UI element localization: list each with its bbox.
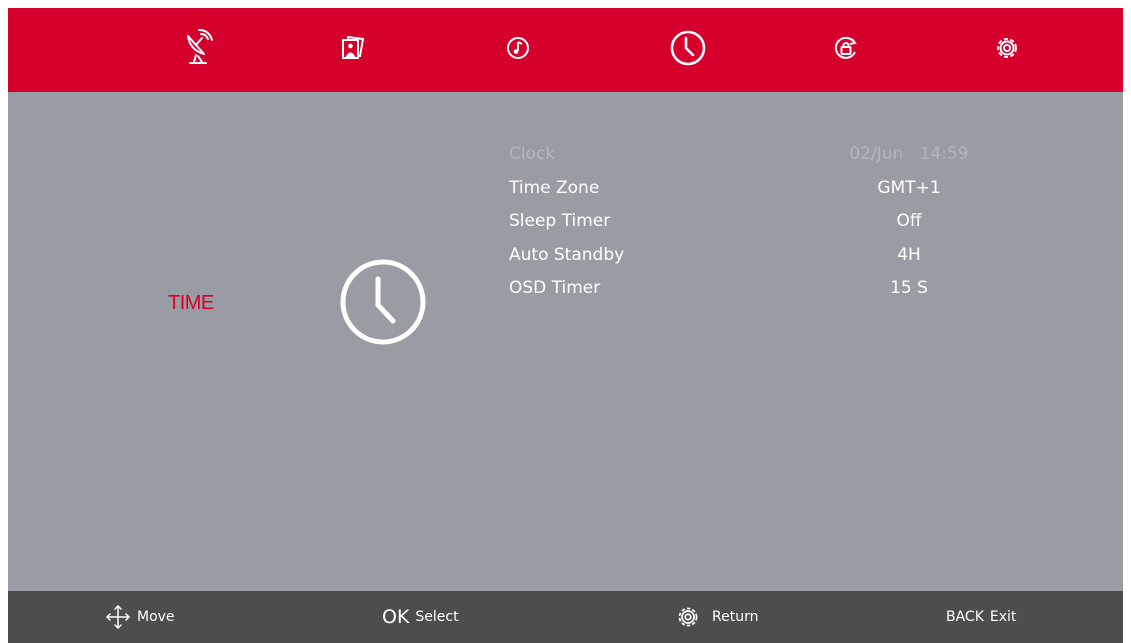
top-nav-bar	[8, 8, 1123, 92]
nav-time[interactable]	[666, 26, 710, 70]
auto-standby-label: Auto Standby	[509, 244, 625, 265]
nav-sound[interactable]	[496, 26, 540, 70]
clock-value: 02/Jun 14:59	[809, 138, 1009, 171]
clock-label: Clock	[509, 144, 556, 164]
time-zone-value: GMT+1	[877, 177, 941, 198]
section-title: TIME	[168, 292, 214, 314]
osd-timer-value: 15 S	[890, 278, 928, 298]
auto-standby-value: 4H	[897, 244, 921, 265]
back-key-label: BACK	[946, 609, 984, 625]
time-zone-label: Time Zone	[509, 177, 600, 198]
nav-setup[interactable]	[985, 26, 1029, 70]
menu-content: TIME Clock 02/Jun 14:59 Time Zone GMT+1 …	[8, 92, 1123, 591]
sleep-timer-value: Off	[896, 211, 922, 231]
hint-move: Move	[105, 591, 175, 643]
osd-timer-label: OSD Timer	[509, 278, 601, 298]
picture-icon	[342, 35, 365, 59]
move-arrows-icon	[106, 605, 130, 629]
gear-icon	[678, 607, 698, 627]
footer-hint-bar: Move OK Select Return BACK Exit	[8, 591, 1123, 643]
lock-icon	[834, 36, 857, 59]
hint-select: OK Select	[382, 591, 459, 643]
satellite-dish-icon	[187, 29, 213, 64]
hint-return: Return	[676, 591, 758, 643]
time-settings-list: Clock 02/Jun 14:59 Time Zone GMT+1 Sleep…	[509, 138, 989, 306]
time-zone-row[interactable]: Time Zone GMT+1	[509, 172, 989, 206]
clock-icon	[670, 30, 706, 66]
nav-channel[interactable]	[176, 26, 220, 70]
gear-icon	[997, 38, 1017, 58]
osd-timer-row[interactable]: OSD Timer 15 S	[509, 272, 989, 306]
clock-row: Clock 02/Jun 14:59	[509, 138, 989, 172]
clock-date: 02/Jun	[849, 144, 904, 164]
clock-time: 14:59	[919, 144, 969, 164]
hint-exit: BACK Exit	[946, 591, 1016, 643]
nav-picture[interactable]	[331, 26, 375, 70]
hint-return-label: Return	[712, 609, 759, 625]
clock-icon	[340, 259, 426, 345]
hint-select-label: Select	[415, 609, 459, 625]
sleep-timer-row[interactable]: Sleep Timer Off	[509, 205, 989, 239]
hint-exit-label: Exit	[989, 609, 1017, 625]
sound-icon	[507, 37, 529, 59]
nav-lock[interactable]	[824, 26, 868, 70]
hint-move-label: Move	[137, 609, 175, 625]
ok-key-label: OK	[382, 606, 410, 628]
sleep-timer-label: Sleep Timer	[509, 211, 611, 231]
auto-standby-row[interactable]: Auto Standby 4H	[509, 239, 989, 273]
tv-menu-screen: TIME Clock 02/Jun 14:59 Time Zone GMT+1 …	[8, 8, 1123, 643]
